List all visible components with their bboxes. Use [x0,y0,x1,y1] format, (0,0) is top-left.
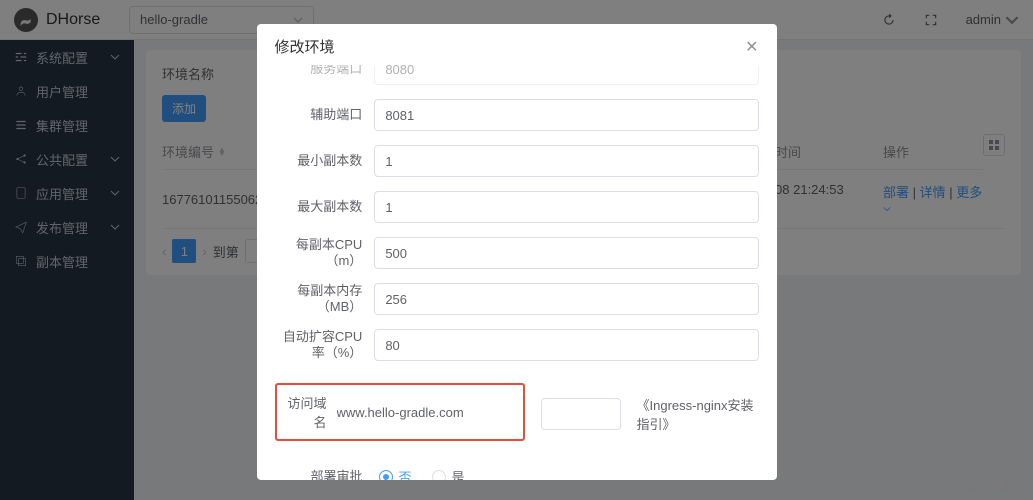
form-row-svc-port: 服务端口 [275,65,759,85]
domain-side-input[interactable] [541,398,621,430]
memory-input[interactable] [374,283,758,315]
dialog-title: 修改环境 [275,36,335,57]
dialog-header: 修改环境 ✕ [257,24,777,65]
form-row-memory: 每副本内存（MB） [275,283,759,315]
aux-port-input[interactable] [374,99,758,131]
form-row-aux-port: 辅助端口 [275,99,759,131]
max-replicas-label: 最大副本数 [275,199,375,215]
form-row-max-replicas: 最大副本数 [275,191,759,223]
cpu-label: 每副本CPU（m） [275,237,375,268]
approve-yes-radio[interactable]: 是 [432,467,465,480]
svc-port-label: 服务端口 [275,65,375,77]
form-row-domain: 访问域名 《Ingress-nginx安装指引》 [275,375,759,453]
modal-overlay[interactable]: 修改环境 ✕ 服务端口 辅助端口 最小副本数 最大副本数 每副本CPU（m） [0,0,1033,500]
max-replicas-input[interactable] [374,191,758,223]
form-row-approve: 部署审批 否 是 [275,467,759,480]
autoscale-input[interactable] [374,329,758,361]
form-row-cpu: 每副本CPU（m） [275,237,759,269]
domain-highlight-box: 访问域名 [275,383,525,441]
domain-input[interactable] [337,398,513,426]
memory-label: 每副本内存（MB） [275,283,375,314]
ingress-hint-link[interactable]: 《Ingress-nginx安装指引》 [637,395,759,433]
autoscale-label: 自动扩容CPU率（%） [275,329,375,360]
min-replicas-label: 最小副本数 [275,153,375,169]
form-row-min-replicas: 最小副本数 [275,145,759,177]
watermark: CSDN @画蛇添足 [934,478,1023,494]
svc-port-input[interactable] [374,65,758,85]
approve-label: 部署审批 [275,469,375,480]
edit-env-dialog: 修改环境 ✕ 服务端口 辅助端口 最小副本数 最大副本数 每副本CPU（m） [257,24,777,480]
cpu-input[interactable] [374,237,758,269]
close-icon[interactable]: ✕ [745,37,758,57]
domain-label: 访问域名 [287,393,337,431]
aux-port-label: 辅助端口 [275,107,375,123]
dialog-body: 服务端口 辅助端口 最小副本数 最大副本数 每副本CPU（m） 每副本内存（MB… [257,65,777,480]
min-replicas-input[interactable] [374,145,758,177]
approve-no-radio[interactable]: 否 [379,467,412,480]
form-row-autoscale: 自动扩容CPU率（%） [275,329,759,361]
